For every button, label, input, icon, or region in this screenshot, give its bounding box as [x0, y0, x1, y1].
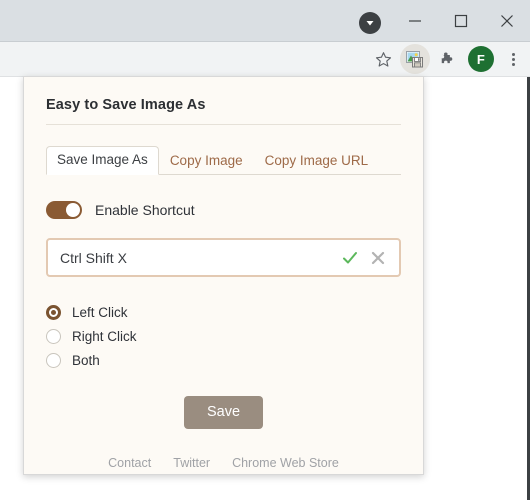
footer-link-contact[interactable]: Contact: [108, 456, 151, 470]
footer-link-chrome-web-store[interactable]: Chrome Web Store: [232, 456, 339, 470]
tab-bar: Save Image As Copy Image Copy Image URL: [46, 143, 401, 175]
radio-both[interactable]: [46, 352, 61, 368]
extension-popup: Easy to Save Image As Save Image As Copy…: [23, 76, 424, 475]
avatar[interactable]: F: [468, 46, 494, 72]
window-controls: [392, 0, 530, 42]
shortcut-input[interactable]: Ctrl Shift X: [60, 250, 333, 266]
radio-left-click[interactable]: [46, 304, 61, 320]
tab-save-image-as[interactable]: Save Image As: [46, 145, 159, 175]
enable-shortcut-toggle[interactable]: [46, 201, 82, 219]
tab-copy-image-url[interactable]: Copy Image URL: [254, 148, 380, 175]
star-icon[interactable]: [368, 44, 398, 74]
three-dot-menu-icon[interactable]: [500, 44, 526, 74]
radio-label-right-click: Right Click: [72, 328, 137, 344]
footer-link-twitter[interactable]: Twitter: [173, 456, 210, 470]
footer-links: Contact Twitter Chrome Web Store: [46, 456, 401, 470]
radio-row-left-click[interactable]: Left Click: [46, 300, 401, 324]
enable-shortcut-row: Enable Shortcut: [46, 201, 401, 219]
puzzle-piece-icon[interactable]: [432, 44, 462, 74]
toolbar-icon-group: F: [367, 42, 526, 76]
save-image-extension-icon[interactable]: [400, 44, 430, 74]
radio-label-left-click: Left Click: [72, 304, 128, 320]
tab-copy-image[interactable]: Copy Image: [159, 148, 254, 175]
check-icon[interactable]: [339, 247, 361, 269]
radio-label-both: Both: [72, 352, 100, 368]
save-button[interactable]: Save: [183, 396, 264, 429]
page-title: Easy to Save Image As: [46, 77, 401, 125]
minimize-button[interactable]: [392, 0, 438, 42]
save-button-row: Save: [46, 396, 401, 429]
enable-shortcut-label: Enable Shortcut: [95, 202, 195, 218]
shortcut-input-wrapper[interactable]: Ctrl Shift X: [46, 238, 401, 277]
toggle-knob: [66, 203, 80, 217]
chevron-down-circle-icon[interactable]: [359, 12, 381, 34]
browser-window: F Easy to Save Image As Save Image As Co…: [0, 0, 530, 500]
close-button[interactable]: [484, 0, 530, 42]
browser-toolbar: F: [0, 42, 530, 77]
click-option-group: Left Click Right Click Both: [46, 300, 401, 372]
maximize-button[interactable]: [438, 0, 484, 42]
radio-row-right-click[interactable]: Right Click: [46, 324, 401, 348]
radio-row-both[interactable]: Both: [46, 348, 401, 372]
close-icon[interactable]: [367, 247, 389, 269]
radio-right-click[interactable]: [46, 328, 61, 344]
title-bar: [0, 0, 530, 42]
